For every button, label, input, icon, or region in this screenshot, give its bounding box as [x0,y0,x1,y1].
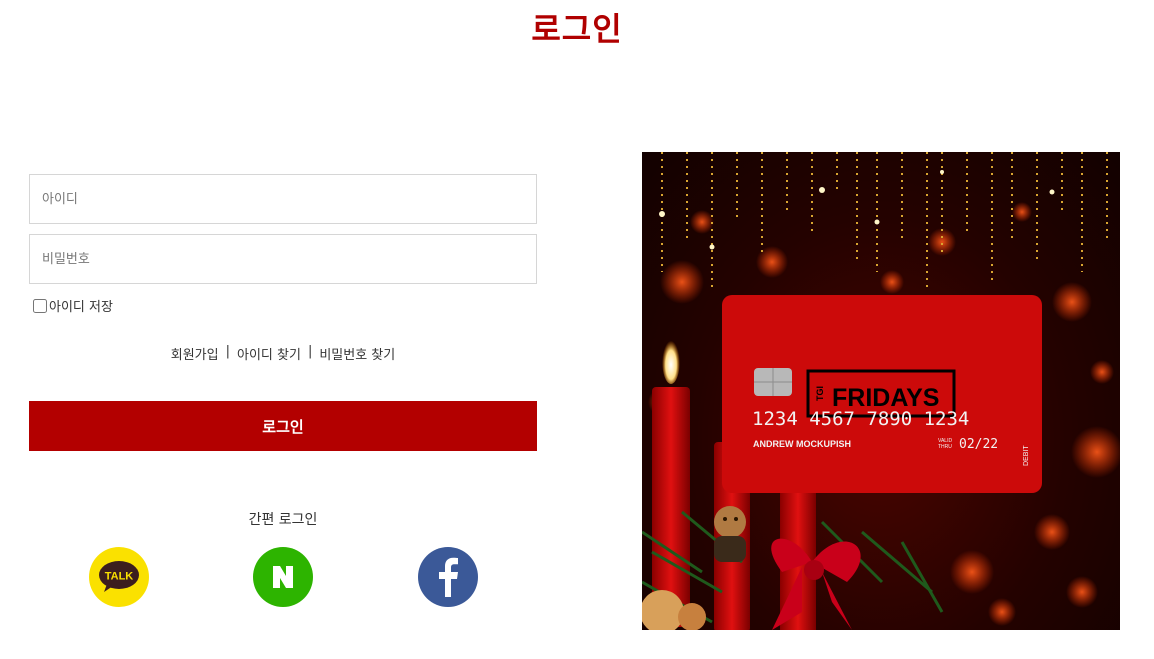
credit-card: TGI FRIDAYS 1234 4567 7890 1234 ANDREW M… [722,295,1042,493]
svg-text:TALK: TALK [105,571,134,583]
find-id-link[interactable]: 아이디 찾기 [230,344,308,363]
svg-text:02/22: 02/22 [959,437,998,452]
page-title: 로그인 [531,10,623,48]
kakao-talk-icon: TALK [99,561,139,592]
password-field[interactable] [29,234,537,284]
find-password-link[interactable]: 비밀번호 찾기 [312,344,402,363]
account-links: 회원가입 | 아이디 찾기 | 비밀번호 찾기 [0,344,566,363]
facebook-icon [439,557,458,597]
signup-link[interactable]: 회원가입 [164,344,226,363]
svg-text:ANDREW MOCKUPISH: ANDREW MOCKUPISH [753,439,851,449]
facebook-login-button[interactable] [418,547,478,607]
naver-login-button[interactable] [253,547,313,607]
id-field[interactable] [29,174,537,224]
naver-icon [273,566,293,588]
svg-text:1234 4567 7890 1234: 1234 4567 7890 1234 [752,408,969,430]
login-button[interactable]: 로그인 [29,401,537,451]
easy-login-label: 간편 로그인 [248,512,318,528]
golden-strands [661,152,1108,292]
kakao-login-button[interactable]: TALK [89,547,149,607]
remember-id-checkbox[interactable] [33,298,47,313]
remember-id[interactable]: 아이디 저장 [32,296,113,315]
svg-text:TGI: TGI [815,386,825,401]
svg-text:THRU: THRU [938,444,952,450]
gold-ornament-small [678,603,706,630]
christmas-card-illustration: TGI FRIDAYS 1234 4567 7890 1234 ANDREW M… [642,152,1120,630]
promo-card-image: TGI FRIDAYS 1234 4567 7890 1234 ANDREW M… [642,152,1120,630]
svg-text:DEBIT: DEBIT [1023,445,1030,466]
remember-id-label: 아이디 저장 [49,300,113,315]
